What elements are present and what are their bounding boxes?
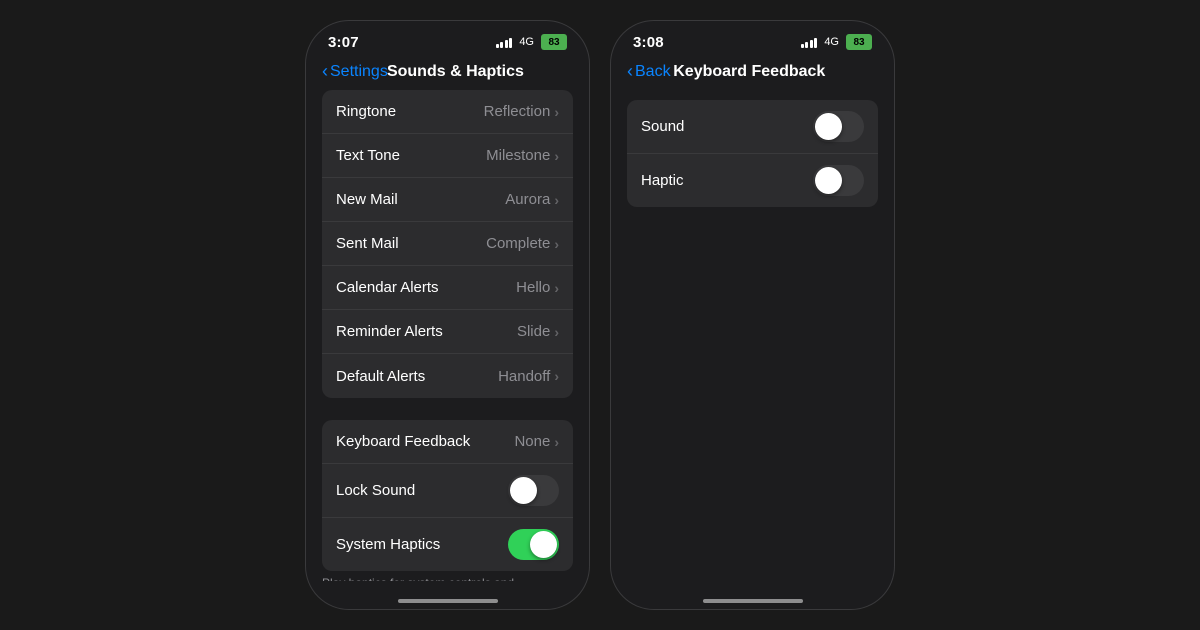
sound-knob <box>815 113 842 140</box>
sent-mail-value: Complete <box>486 235 550 252</box>
default-alerts-label: Default Alerts <box>336 368 498 385</box>
text-tone-chevron: › <box>554 148 559 164</box>
signal-bars-1 <box>496 37 513 48</box>
reminder-alerts-value: Slide <box>517 323 550 340</box>
sent-mail-label: Sent Mail <box>336 235 486 252</box>
phone-sounds-haptics: 3:07 4G 83 ‹ Settings Sounds & Haptics <box>305 20 590 610</box>
signal-bar-7 <box>810 40 813 48</box>
phones-container: 3:07 4G 83 ‹ Settings Sounds & Haptics <box>305 20 895 610</box>
status-bar-1: 3:07 4G 83 <box>306 21 589 57</box>
default-alerts-row[interactable]: Default Alerts Handoff › <box>322 354 573 398</box>
status-time-1: 3:07 <box>328 34 359 51</box>
signal-bar-6 <box>805 42 808 48</box>
lock-sound-knob <box>510 477 537 504</box>
system-haptics-toggle[interactable] <box>508 529 559 560</box>
calendar-alerts-label: Calendar Alerts <box>336 279 516 296</box>
home-bar-2 <box>703 599 803 603</box>
ringtone-label: Ringtone <box>336 103 484 120</box>
content-1: Ringtone Reflection › Text Tone Mileston… <box>306 90 589 581</box>
nav-title-2: Keyboard Feedback <box>621 63 878 81</box>
keyboard-feedback-row[interactable]: Keyboard Feedback None › <box>322 420 573 464</box>
feedback-list: Keyboard Feedback None › Lock Sound Syst… <box>322 420 573 571</box>
home-bar-1 <box>398 599 498 603</box>
reminder-alerts-row[interactable]: Reminder Alerts Slide › <box>322 310 573 354</box>
sound-label: Sound <box>641 118 813 135</box>
phone-keyboard-feedback: 3:08 4G 83 ‹ Back Keyboard Feedback <box>610 20 895 610</box>
system-haptics-row[interactable]: System Haptics <box>322 518 573 571</box>
signal-text-2: 4G <box>824 36 839 48</box>
back-chevron-1: ‹ <box>322 61 328 82</box>
calendar-alerts-row[interactable]: Calendar Alerts Hello › <box>322 266 573 310</box>
new-mail-label: New Mail <box>336 191 505 208</box>
status-icons-1: 4G 83 <box>496 34 567 50</box>
signal-text-1: 4G <box>519 36 534 48</box>
nav-title-1: Sounds & Haptics <box>338 63 573 81</box>
ringtone-row[interactable]: Ringtone Reflection › <box>322 90 573 134</box>
lock-sound-row[interactable]: Lock Sound <box>322 464 573 518</box>
section-gap-1 <box>306 398 589 420</box>
keyboard-feedback-label: Keyboard Feedback <box>336 433 514 450</box>
haptic-toggle[interactable] <box>813 165 864 196</box>
lock-sound-toggle[interactable] <box>508 475 559 506</box>
signal-bar-1 <box>496 44 499 48</box>
haptic-row[interactable]: Haptic <box>627 154 878 207</box>
alert-sounds-list: Ringtone Reflection › Text Tone Mileston… <box>322 90 573 398</box>
reminder-alerts-label: Reminder Alerts <box>336 323 517 340</box>
keyboard-feedback-chevron: › <box>554 434 559 450</box>
content-2: Sound Haptic <box>611 90 894 581</box>
signal-bar-4 <box>509 38 512 48</box>
system-haptics-knob <box>530 531 557 558</box>
signal-bar-8 <box>814 38 817 48</box>
status-icons-2: 4G 83 <box>801 34 872 50</box>
home-indicator-1 <box>306 581 589 609</box>
keyboard-feedback-options-list: Sound Haptic <box>627 100 878 207</box>
text-tone-value: Milestone <box>486 147 550 164</box>
haptic-label: Haptic <box>641 172 813 189</box>
default-alerts-chevron: › <box>554 368 559 384</box>
battery-icon-2: 83 <box>846 34 872 50</box>
status-time-2: 3:08 <box>633 34 664 51</box>
signal-bars-2 <box>801 37 818 48</box>
ringtone-value: Reflection <box>484 103 551 120</box>
sound-row[interactable]: Sound <box>627 100 878 154</box>
nav-bar-1: ‹ Settings Sounds & Haptics <box>306 57 589 90</box>
system-haptics-label: System Haptics <box>336 536 508 553</box>
calendar-alerts-value: Hello <box>516 279 550 296</box>
sound-toggle[interactable] <box>813 111 864 142</box>
keyboard-feedback-value: None <box>514 433 550 450</box>
text-tone-row[interactable]: Text Tone Milestone › <box>322 134 573 178</box>
signal-bar-5 <box>801 44 804 48</box>
lock-sound-label: Lock Sound <box>336 482 508 499</box>
new-mail-value: Aurora <box>505 191 550 208</box>
status-bar-2: 3:08 4G 83 <box>611 21 894 57</box>
system-haptics-note: Play haptics for system controls and int… <box>306 571 589 581</box>
haptic-knob <box>815 167 842 194</box>
new-mail-chevron: › <box>554 192 559 208</box>
reminder-alerts-chevron: › <box>554 324 559 340</box>
sent-mail-row[interactable]: Sent Mail Complete › <box>322 222 573 266</box>
new-mail-row[interactable]: New Mail Aurora › <box>322 178 573 222</box>
calendar-alerts-chevron: › <box>554 280 559 296</box>
default-alerts-value: Handoff <box>498 368 550 385</box>
battery-icon-1: 83 <box>541 34 567 50</box>
sent-mail-chevron: › <box>554 236 559 252</box>
signal-bar-3 <box>505 40 508 48</box>
signal-bar-2 <box>500 42 503 48</box>
ringtone-chevron: › <box>554 104 559 120</box>
text-tone-label: Text Tone <box>336 147 486 164</box>
nav-bar-2: ‹ Back Keyboard Feedback <box>611 57 894 90</box>
home-indicator-2 <box>611 581 894 609</box>
